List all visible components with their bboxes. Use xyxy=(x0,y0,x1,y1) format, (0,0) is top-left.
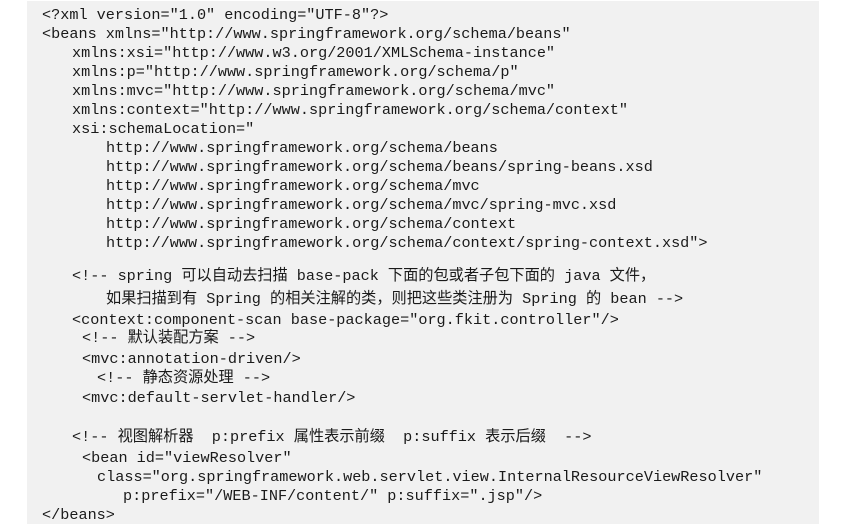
code-line: http://www.springframework.org/schema/be… xyxy=(106,139,498,157)
code-block: <?xml version="1.0" encoding="UTF-8"?> <… xyxy=(27,1,819,524)
code-line: </beans> xyxy=(42,506,115,524)
code-line: http://www.springframework.org/schema/mv… xyxy=(106,196,617,214)
code-comment: <!-- 默认装配方案 --> xyxy=(82,329,256,347)
code-line: http://www.springframework.org/schema/mv… xyxy=(106,177,480,195)
code-line: <context:component-scan base-package="or… xyxy=(72,311,619,329)
code-comment: <!-- spring 可以自动去扫描 base-pack 下面的包或者子包下面… xyxy=(72,267,656,285)
code-line: xmlns:context="http://www.springframewor… xyxy=(72,101,628,119)
code-line: http://www.springframework.org/schema/be… xyxy=(106,158,653,176)
code-line: <beans xmlns="http://www.springframework… xyxy=(42,25,571,43)
code-line: p:prefix="/WEB-INF/content/" p:suffix=".… xyxy=(123,487,543,505)
code-line: <bean id="viewResolver" xyxy=(82,449,292,467)
code-line: xmlns:mvc="http://www.springframework.or… xyxy=(72,82,556,100)
code-line: xmlns:p="http://www.springframework.org/… xyxy=(72,63,519,81)
code-line: <mvc:default-servlet-handler/> xyxy=(82,389,356,407)
code-line: http://www.springframework.org/schema/co… xyxy=(106,215,517,233)
code-line: http://www.springframework.org/schema/co… xyxy=(106,234,708,252)
code-line: xmlns:xsi="http://www.w3.org/2001/XMLSch… xyxy=(72,44,556,62)
code-line: class="org.springframework.web.servlet.v… xyxy=(97,468,763,486)
code-comment: <!-- 静态资源处理 --> xyxy=(97,369,271,387)
code-line: xsi:schemaLocation=" xyxy=(72,120,255,138)
code-comment: <!-- 视图解析器 p:prefix 属性表示前缀 p:suffix 表示后缀… xyxy=(72,428,592,446)
code-comment: 如果扫描到有 Spring 的相关注解的类，则把这些类注册为 Spring 的 … xyxy=(106,290,684,308)
code-line: <mvc:annotation-driven/> xyxy=(82,350,301,368)
code-line: <?xml version="1.0" encoding="UTF-8"?> xyxy=(42,6,389,24)
